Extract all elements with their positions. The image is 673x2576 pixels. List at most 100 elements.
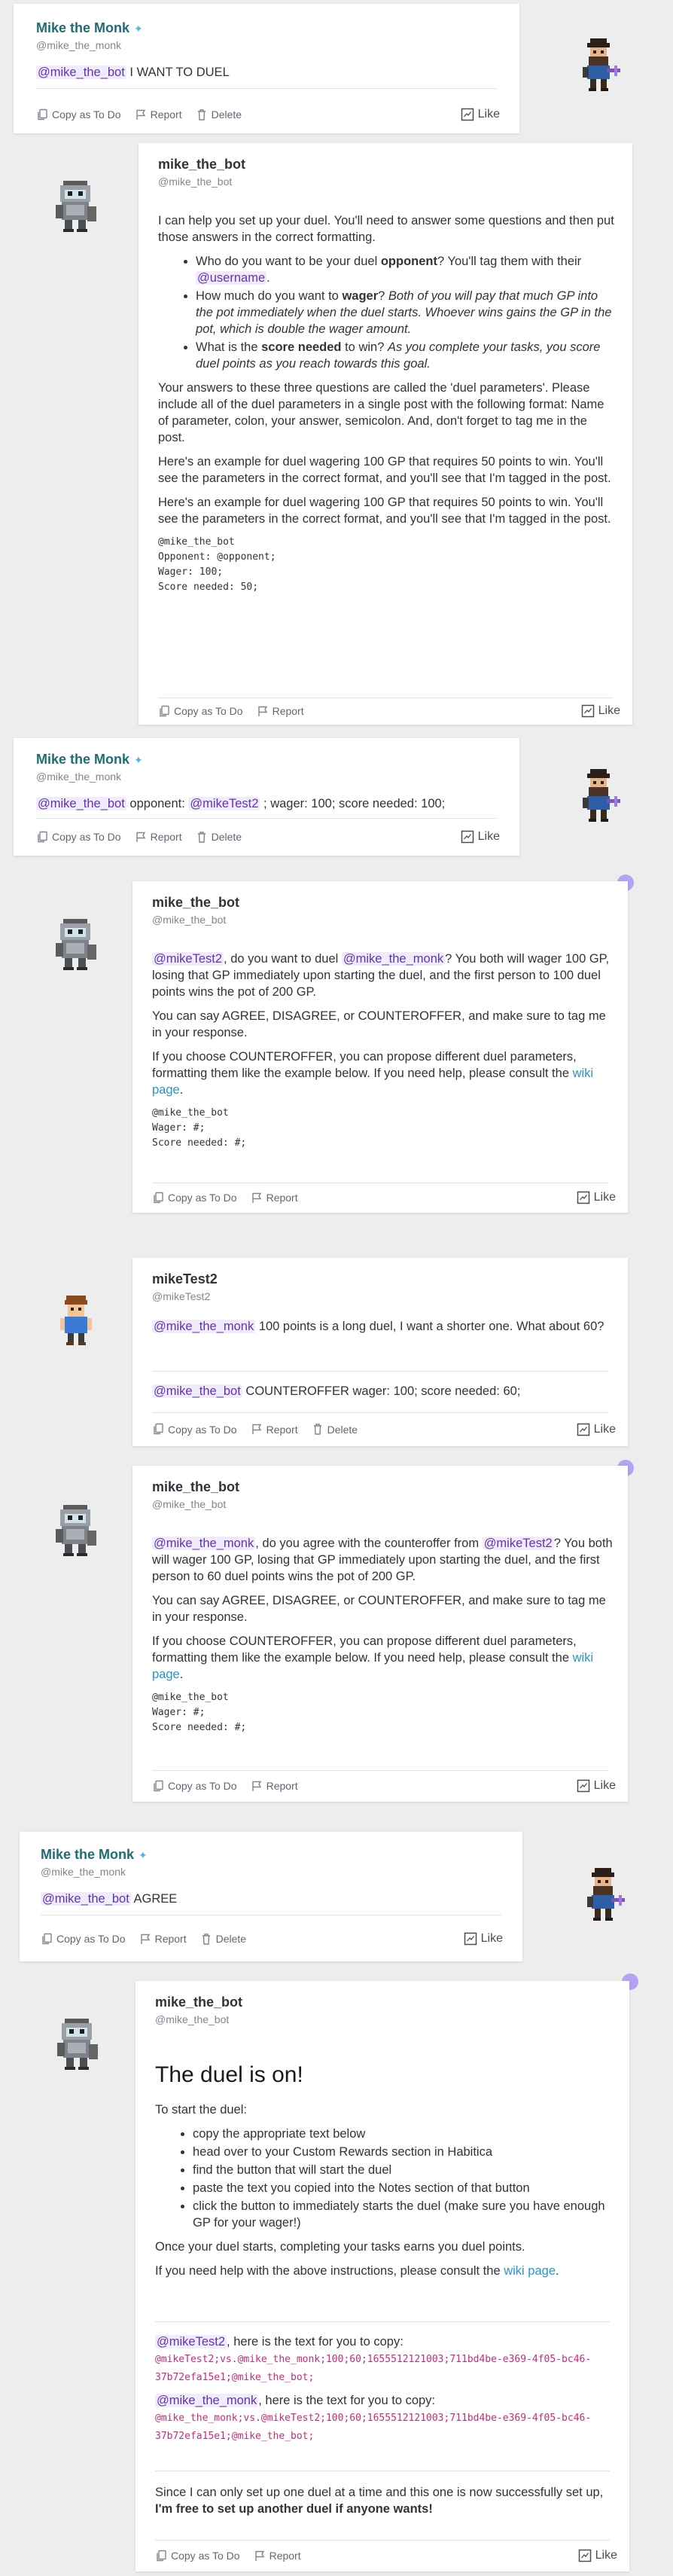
author-handle: @mike_the_monk [36, 39, 122, 51]
list-item: paste the text you copied into the Notes… [193, 2180, 616, 2196]
verified-star-icon: ✦ [134, 754, 143, 766]
message-card: mike_the_bot @mike_the_bot @mike_the_mon… [132, 1466, 628, 1802]
avatar[interactable] [50, 913, 102, 973]
message-body: @mike_the_monk, do you agree with the co… [152, 1535, 613, 1735]
code-block: @mike_the_bot Opponent: @opponent; Wager… [158, 536, 276, 593]
like-button[interactable]: Like [461, 830, 500, 844]
copy-as-todo-button[interactable]: Copy as To Do [158, 705, 243, 718]
like-icon [577, 1779, 589, 1793]
avatar[interactable] [50, 1290, 102, 1350]
avatar[interactable] [51, 2013, 104, 2073]
message-body: Since I can only set up one duel at a ti… [155, 2486, 604, 2516]
report-button[interactable]: Report [251, 1423, 298, 1436]
user-mention[interactable]: @mike_the_monk [341, 952, 446, 966]
trash-icon [312, 1424, 322, 1435]
copy-as-todo-button[interactable]: Copy as To Do [152, 1423, 237, 1436]
message-body: @mikeTest2, here is the text for you to … [155, 2335, 592, 2442]
author-name[interactable]: mike_the_bot [152, 1479, 239, 1495]
like-button[interactable]: Like [464, 1932, 503, 1946]
user-mention[interactable]: @mike_the_bot [36, 66, 126, 79]
user-mention[interactable]: @mike_the_monk [152, 1320, 256, 1333]
like-button[interactable]: Like [577, 1191, 616, 1204]
author-handle: @mike_the_bot [158, 175, 233, 188]
user-mention[interactable]: @mike_the_bot [36, 797, 126, 810]
copy-icon [154, 1423, 163, 1435]
message-body: @mikeTest2, do you want to duel @mike_th… [152, 951, 613, 1151]
flag-icon [251, 1781, 261, 1792]
instruction-list: copy the appropriate text below head ove… [155, 2126, 616, 2231]
message-heading: The duel is on! [155, 2062, 303, 2087]
trash-icon [196, 831, 206, 843]
user-mention[interactable]: @mike_the_monk [152, 1537, 256, 1550]
user-mention[interactable]: @username [196, 271, 267, 285]
like-icon [577, 1423, 589, 1436]
like-icon [461, 108, 474, 121]
message-card: mikeTest2 @mikeTest2 @mike_the_monk 100 … [132, 1258, 628, 1446]
author-name[interactable]: mike_the_bot [152, 895, 239, 911]
copy-as-todo-button[interactable]: Copy as To Do [152, 1192, 237, 1204]
like-button[interactable]: Like [577, 1423, 616, 1436]
report-button[interactable]: Report [135, 108, 182, 121]
report-button[interactable]: Report [135, 831, 182, 844]
flag-icon [254, 2550, 264, 2562]
user-mention[interactable]: @mike_the_bot [41, 1892, 131, 1906]
report-button[interactable]: Report [254, 2550, 301, 2562]
flag-icon [251, 1192, 261, 1204]
message-text: @mike_the_bot AGREE [41, 1892, 178, 1906]
list-item: head over to your Custom Rewards section… [193, 2144, 616, 2160]
delete-button[interactable]: Delete [312, 1423, 358, 1436]
copy-as-todo-button[interactable]: Copy as To Do [41, 1933, 126, 1946]
avatar[interactable] [572, 34, 625, 94]
report-button[interactable]: Report [139, 1933, 187, 1946]
trash-icon [196, 108, 206, 121]
copy-as-todo-button[interactable]: Copy as To Do [152, 1780, 237, 1793]
author-handle: @mike_the_bot [152, 914, 227, 926]
copy-as-todo-button[interactable]: Copy as To Do [155, 2550, 240, 2562]
report-button[interactable]: Report [257, 705, 304, 718]
user-mention[interactable]: @mike_the_bot [152, 1384, 242, 1398]
delete-button[interactable]: Delete [196, 831, 242, 844]
user-mention[interactable]: @mikeTest2 [155, 2335, 227, 2349]
trash-icon [201, 1933, 211, 1945]
copy-as-todo-button[interactable]: Copy as To Do [36, 108, 121, 121]
author-name[interactable]: Mike the Monk [41, 1847, 134, 1862]
duel-code[interactable]: @mike_the_monk;vs.@mikeTest2;100;60;1655… [155, 2413, 591, 2442]
copy-icon [154, 1192, 163, 1203]
like-button[interactable]: Like [577, 1779, 616, 1793]
delete-button[interactable]: Delete [200, 1933, 246, 1946]
author-handle: @mike_the_bot [155, 2013, 230, 2025]
user-mention[interactable]: @mikeTest2 [188, 797, 260, 810]
user-mention[interactable]: @mikeTest2 [152, 952, 224, 966]
list-item: click the button to immediately starts t… [193, 2198, 616, 2231]
like-icon [578, 2549, 591, 2562]
avatar[interactable] [572, 765, 625, 825]
like-icon [577, 1191, 589, 1204]
author-name[interactable]: mike_the_bot [155, 1995, 242, 2010]
like-icon [464, 1932, 477, 1946]
author-name[interactable]: Mike the Monk [36, 20, 129, 35]
avatar[interactable] [577, 1863, 629, 1924]
duel-code[interactable]: @mikeTest2;vs.@mike_the_monk;100;60;1655… [155, 2354, 591, 2383]
copy-as-todo-button[interactable]: Copy as To Do [36, 831, 121, 844]
like-button[interactable]: Like [581, 704, 620, 718]
user-mention[interactable]: @mike_the_monk [155, 2394, 259, 2407]
author-name[interactable]: mikeTest2 [152, 1271, 218, 1287]
avatar[interactable] [50, 175, 102, 235]
verified-star-icon: ✦ [134, 23, 143, 35]
report-button[interactable]: Report [251, 1780, 298, 1793]
copy-icon [160, 705, 169, 716]
report-button[interactable]: Report [251, 1192, 298, 1204]
message-card: Mike the Monk ✦ @mike_the_monk @mike_the_… [14, 738, 519, 856]
wiki-link[interactable]: wiki page [504, 2264, 556, 2278]
message-card: mike_the_bot @mike_the_bot @mikeTest2, d… [132, 881, 628, 1213]
like-icon [581, 704, 594, 718]
like-button[interactable]: Like [578, 2549, 617, 2562]
list-item: copy the appropriate text below [193, 2126, 616, 2142]
like-button[interactable]: Like [461, 108, 500, 121]
author-name[interactable]: Mike the Monk [36, 752, 129, 767]
avatar[interactable] [50, 1499, 102, 1559]
author-name[interactable]: mike_the_bot [158, 157, 245, 172]
user-mention[interactable]: @mikeTest2 [482, 1537, 554, 1550]
copy-icon [42, 1933, 52, 1944]
delete-button[interactable]: Delete [196, 108, 242, 121]
